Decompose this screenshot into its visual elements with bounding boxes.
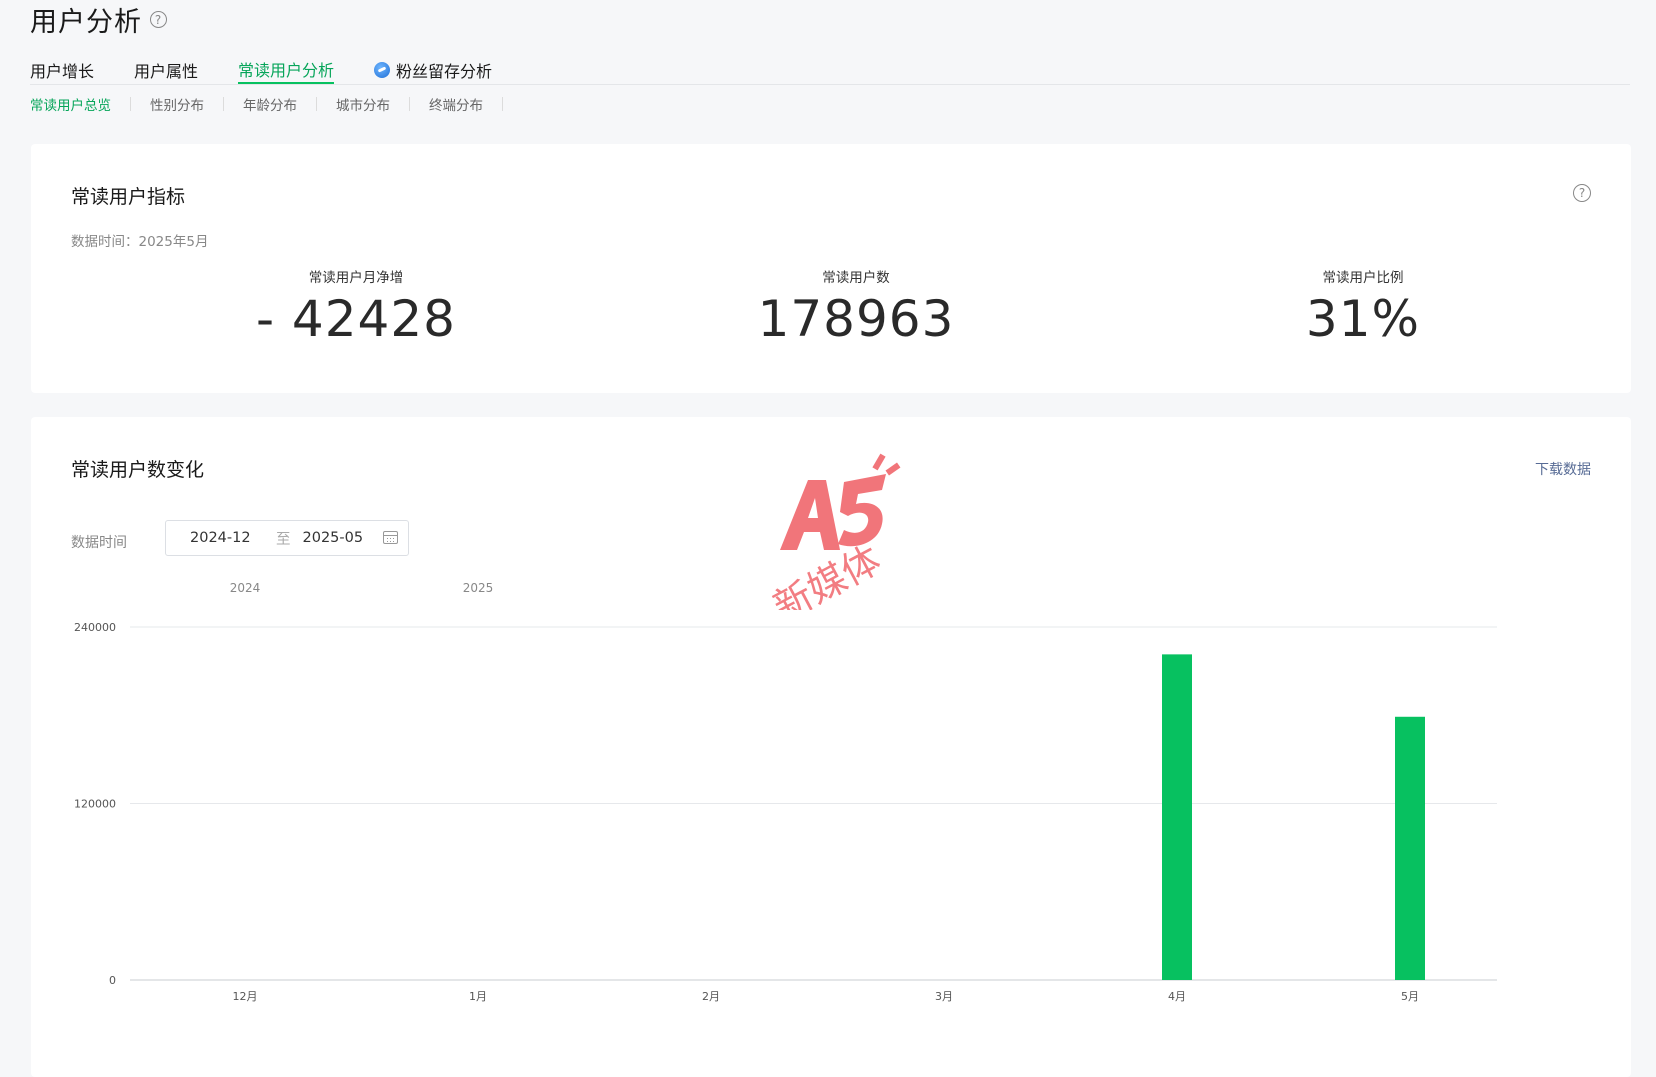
tab-user-attributes[interactable]: 用户属性 (134, 56, 198, 84)
help-icon[interactable]: ? (150, 11, 167, 28)
x-tick-label: 2月 (702, 990, 720, 1003)
metric-value: 31% (1305, 290, 1421, 348)
x-tick-label: 3月 (935, 990, 953, 1003)
tab-frequent-readers[interactable]: 常读用户分析 (238, 56, 335, 84)
subtab-overview[interactable]: 常读用户总览 (30, 94, 130, 114)
x-tick-label: 5月 (1401, 990, 1419, 1003)
metric-label: 常读用户月净增 (308, 270, 404, 286)
subtab-age[interactable]: 年龄分布 (224, 94, 316, 114)
fans-badge-icon (374, 62, 391, 78)
x-tick-label: 12月 (233, 990, 258, 1003)
trend-card: 常读用户数变化 下载数据 数据时间 2024-12 至 2025-05 0 120… (31, 417, 1631, 1077)
metric-net-growth: 常读用户月净增 - 42428 (206, 266, 506, 348)
metric-reader-ratio: 常读用户比例 31% (1213, 266, 1513, 348)
tab-label: 常读用户分析 (238, 61, 335, 80)
tab-fan-retention[interactable]: 粉丝留存分析 (374, 56, 492, 84)
sub-tabs: 常读用户总览 性别分布 年龄分布 城市分布 终端分布 (30, 94, 503, 114)
metric-value: - 42428 (256, 290, 456, 348)
subtab-gender[interactable]: 性别分布 (131, 94, 223, 114)
metric-label: 常读用户比例 (1322, 270, 1404, 286)
divider (502, 97, 503, 111)
tab-label: 用户增长 (30, 62, 95, 81)
y-tick-label: 240000 (74, 621, 116, 634)
metrics-help-icon[interactable]: ? (1573, 184, 1591, 202)
metrics-card: 常读用户指标 ? 数据时间：2025年5月 常读用户月净增 - 42428 常读… (31, 144, 1631, 393)
tab-label: 粉丝留存分析 (396, 62, 493, 81)
tab-user-growth[interactable]: 用户增长 (30, 56, 94, 84)
metric-reader-count: 常读用户数 178963 (706, 266, 1006, 348)
metric-value: 178963 (757, 290, 955, 348)
bar (1395, 716, 1425, 980)
page-title: 用户分析 ? (30, 0, 167, 39)
metric-label: 常读用户数 (822, 270, 890, 286)
tab-label: 用户属性 (134, 62, 199, 81)
main-tabs: 用户增长 用户属性 常读用户分析 粉丝留存分析 (30, 56, 1630, 85)
year-label: 2025 (463, 581, 494, 595)
subtab-device[interactable]: 终端分布 (410, 94, 502, 114)
y-tick-label: 120000 (74, 798, 116, 811)
metrics-data-time: 数据时间：2025年5月 (71, 234, 209, 250)
page-title-text: 用户分析 (30, 7, 142, 38)
bar (1162, 654, 1192, 980)
subtab-city[interactable]: 城市分布 (317, 94, 409, 114)
y-tick-label: 0 (109, 974, 116, 987)
trend-chart: 0 120000 240000 12月 1月 2月 3月 4月 5月 2024 2025 (74, 581, 1497, 1003)
x-tick-label: 4月 (1168, 990, 1186, 1003)
x-tick-label: 1月 (469, 990, 487, 1003)
year-label: 2024 (230, 581, 261, 595)
metrics-card-title: 常读用户指标 (71, 186, 186, 208)
